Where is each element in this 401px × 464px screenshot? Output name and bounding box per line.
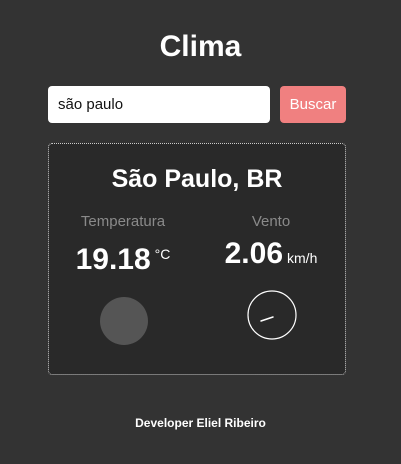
- wind-metric: Vento 2.06 km/h: [197, 212, 345, 279]
- wind-label: Vento: [251, 213, 291, 230]
- temperature-value-row: 19.18 °C: [49, 234, 197, 285]
- temperature-value: 19.18: [75, 243, 151, 276]
- wind-value: 2.06: [224, 237, 284, 270]
- search-button[interactable]: Buscar: [280, 86, 346, 123]
- wind-unit: km/h: [287, 250, 318, 266]
- city-name: São Paulo, BR: [111, 165, 283, 193]
- footer-credit: Developer Eliel Ribeiro: [135, 416, 266, 430]
- weather-card: São Paulo, BR Temperatura 19.18 °C Vento …: [48, 143, 346, 375]
- app-title: Clima: [159, 30, 242, 63]
- wind-value-row: 2.06 km/h: [197, 234, 345, 279]
- temperature-unit: °C: [154, 246, 171, 262]
- temperature-metric: Temperatura 19.18 °C: [49, 212, 197, 285]
- wind-direction-compass-icon: [247, 290, 297, 340]
- temperature-label: Temperatura: [80, 213, 166, 230]
- temperature-indicator-icon: [100, 297, 148, 345]
- city-search-input[interactable]: [48, 86, 270, 123]
